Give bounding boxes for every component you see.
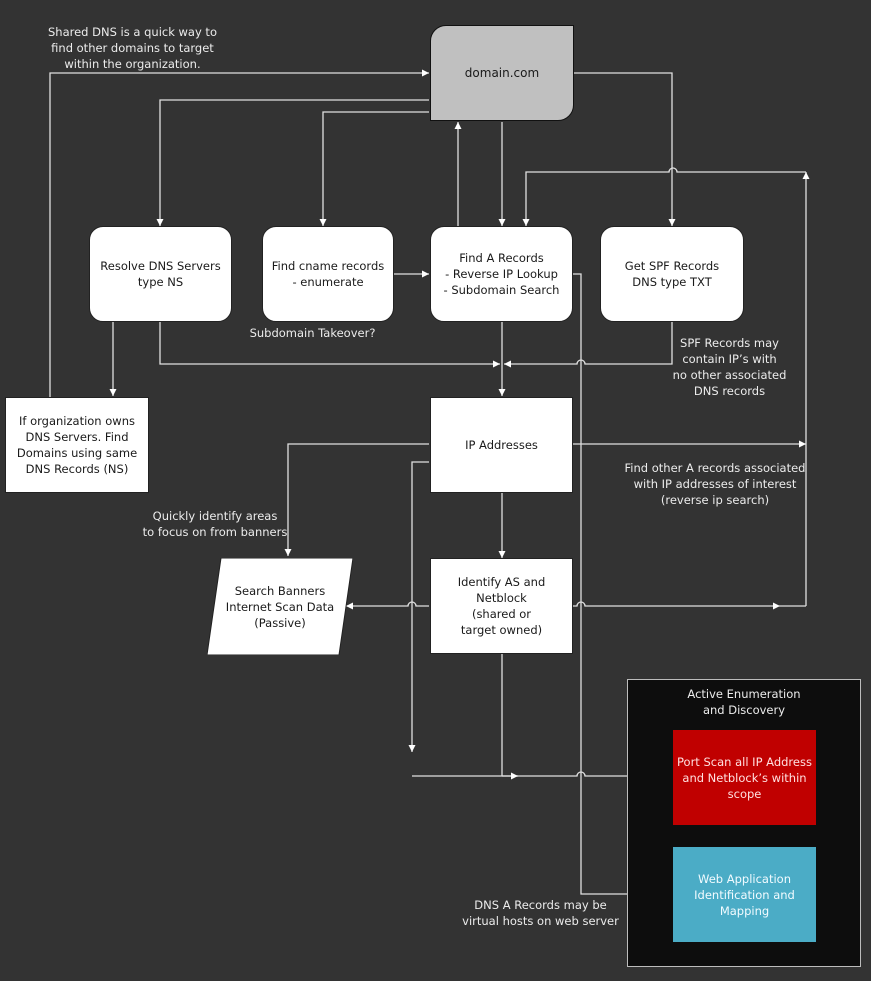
connector-ip-down bbox=[408, 461, 429, 752]
node-resolve-dns: Resolve DNS Servers type NS bbox=[89, 226, 232, 322]
node-get-spf: Get SPF Records DNS type TXT bbox=[600, 226, 744, 322]
group-title: Active Enumeration and Discovery bbox=[687, 687, 801, 717]
connector-loop-to-finda bbox=[522, 167, 806, 226]
connector-ip-to-banners bbox=[284, 443, 429, 556]
connector-as-to-banners bbox=[346, 601, 429, 610]
node-identify-as: Identify AS and Netblock (shared or targ… bbox=[430, 558, 573, 654]
connector-domain-to-resolve bbox=[156, 99, 429, 226]
node-find-cname: Find cname records - enumerate bbox=[262, 226, 394, 322]
node-org-owns-dns: If organization owns DNS Servers. Find D… bbox=[5, 397, 149, 493]
note-subdomain-takeover: Subdomain Takeover? bbox=[249, 326, 376, 340]
node-domain: domain.com bbox=[430, 25, 574, 121]
node-search-banners: Search Banners Internet Scan Data (Passi… bbox=[225, 583, 335, 630]
node-web-app: Web Application Identification and Mappi… bbox=[673, 847, 816, 942]
node-find-a-records: Find A Records - Reverse IP Lookup - Sub… bbox=[430, 226, 573, 322]
connector-domain-to-spf bbox=[574, 72, 676, 226]
connector-domain-to-cname bbox=[319, 111, 429, 226]
note-shared-dns: Shared DNS is a quick way to find other … bbox=[48, 25, 217, 71]
note-banners: Quickly identify areas to focus on from … bbox=[142, 509, 288, 539]
node-port-scan: Port Scan all IP Address and Netblock’s … bbox=[673, 730, 816, 825]
connector-spf-to-merge bbox=[504, 322, 673, 368]
connector-as-to-right bbox=[573, 601, 780, 610]
node-ip-addresses: IP Addresses bbox=[430, 397, 573, 493]
note-spf: SPF Records may contain IP’s with no oth… bbox=[672, 336, 787, 398]
note-find-other-a: Find other A records associated with IP … bbox=[624, 461, 806, 507]
note-vhosts: DNS A Records may be virtual hosts on we… bbox=[462, 898, 619, 928]
